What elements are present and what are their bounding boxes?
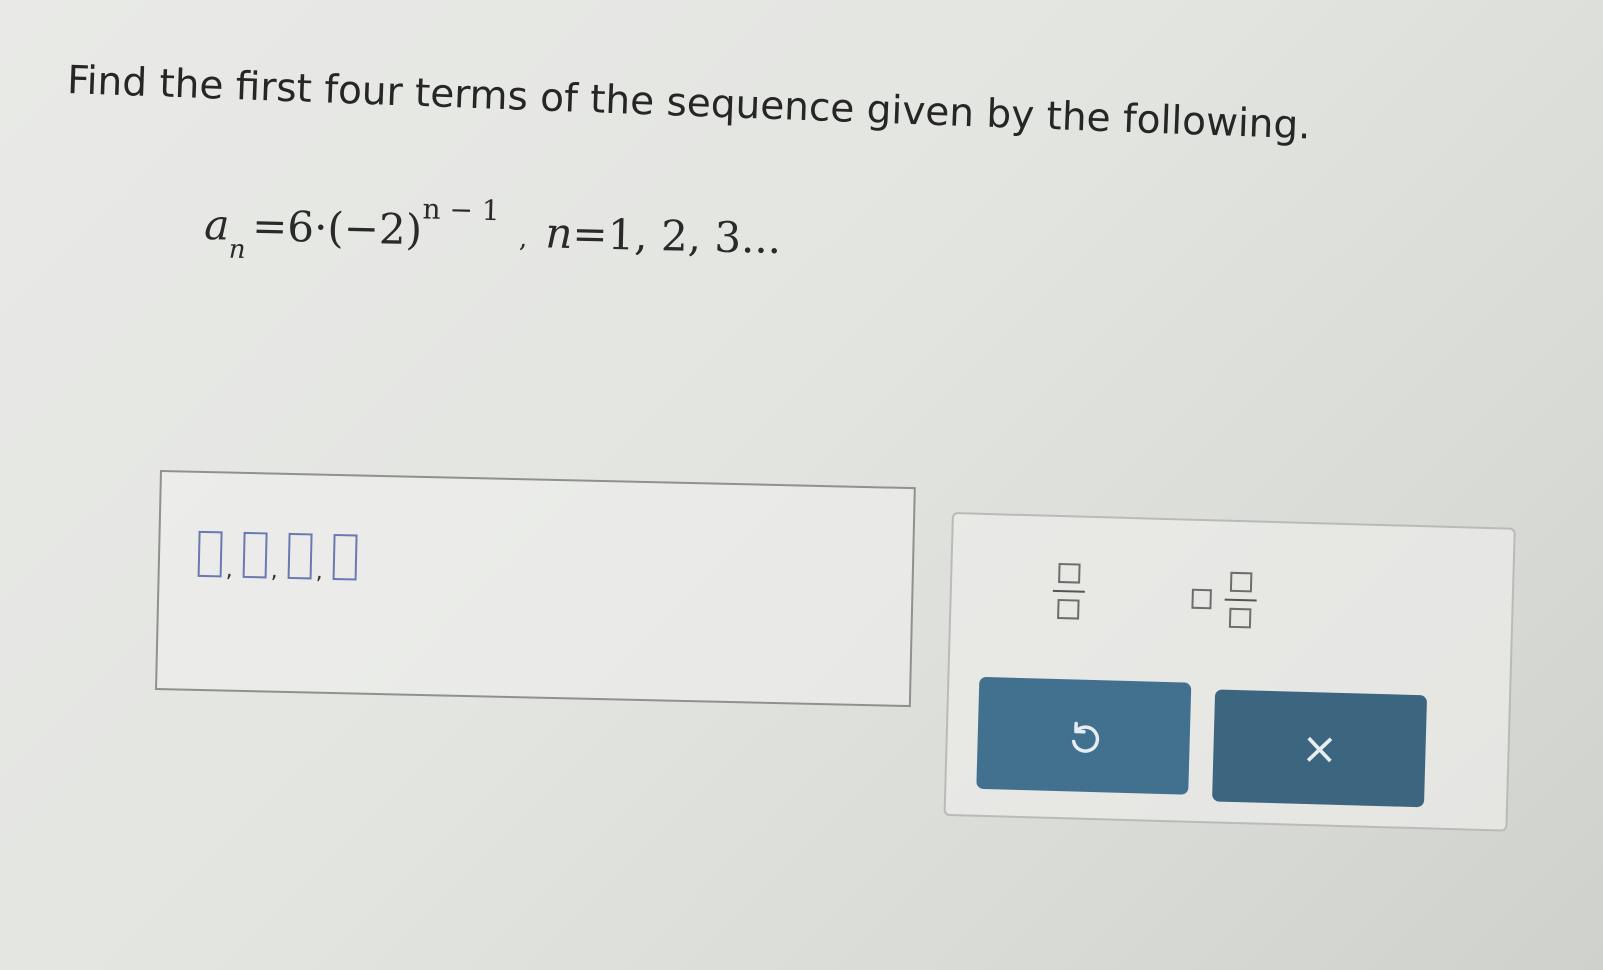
whole-box-icon xyxy=(1191,588,1212,610)
denominator-box-icon xyxy=(1228,607,1252,629)
domain-variable: n xyxy=(544,208,574,258)
sequence-formula: an =6·(−2)n − 1, n=1, 2, 3... xyxy=(203,192,782,266)
term-separator: , xyxy=(225,557,234,583)
undo-button[interactable] xyxy=(976,676,1192,795)
undo-icon xyxy=(1071,721,1100,753)
formula-base: 6·(−2) xyxy=(286,202,423,255)
fraction-button[interactable] xyxy=(1046,557,1092,628)
formula-subscript: n xyxy=(228,234,246,266)
close-icon: × xyxy=(1300,722,1339,775)
domain-values: =1, 2, 3... xyxy=(571,208,782,264)
question-text: Find the first four terms of the sequenc… xyxy=(66,58,1312,149)
clear-button[interactable]: × xyxy=(1212,689,1428,808)
term-1-input[interactable] xyxy=(197,530,223,578)
numerator-box-icon xyxy=(1058,562,1081,584)
formula-separator: , xyxy=(518,223,528,254)
term-separator: , xyxy=(315,559,324,585)
term-3-input[interactable] xyxy=(287,532,313,580)
answer-input-area[interactable]: , , , xyxy=(155,470,916,708)
denominator-box-icon xyxy=(1057,598,1080,620)
term-4-input[interactable] xyxy=(332,533,358,581)
mixed-number-button[interactable] xyxy=(1191,565,1273,637)
term-2-input[interactable] xyxy=(242,531,268,579)
math-tool-panel: × xyxy=(943,512,1516,832)
formula-equals: = xyxy=(251,201,288,252)
formula-exponent: n − 1 xyxy=(422,192,501,228)
fraction-bar-icon xyxy=(1052,589,1085,593)
formula-variable: a xyxy=(203,200,231,250)
page: Find the first four terms of the sequenc… xyxy=(0,0,1603,970)
fraction-bar-icon xyxy=(1224,598,1257,602)
numerator-box-icon xyxy=(1229,571,1253,593)
term-separator: , xyxy=(270,558,279,584)
answer-slots: , , , xyxy=(197,530,358,585)
